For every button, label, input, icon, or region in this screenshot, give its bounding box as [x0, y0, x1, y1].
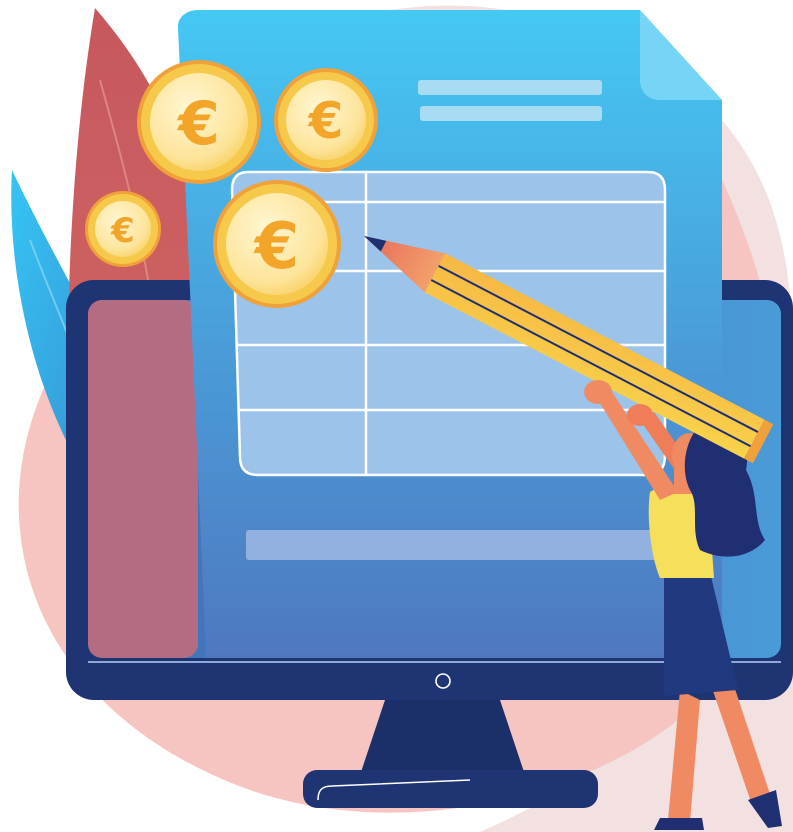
- euro-symbol: €: [253, 210, 300, 284]
- document-header-line-1: [418, 80, 602, 95]
- document-header-line-2: [420, 106, 602, 121]
- euro-symbol: €: [308, 92, 344, 150]
- euro-coin-icon: €: [137, 60, 261, 184]
- euro-coin-icon: €: [85, 191, 161, 267]
- euro-coin-icon: €: [213, 180, 341, 308]
- document-footer-bar: [246, 530, 656, 560]
- monitor-screen-red-overlay: [88, 300, 198, 658]
- document-folded-corner: [640, 10, 722, 100]
- monitor-stand-neck: [360, 700, 525, 775]
- invoice-illustration: € € € €: [11, 5, 793, 832]
- euro-symbol: €: [176, 89, 220, 159]
- woman-hand: [627, 404, 653, 426]
- document-sheet: [177, 10, 723, 658]
- woman-hand: [584, 380, 612, 404]
- monitor-stand-base: [303, 770, 598, 808]
- euro-symbol: €: [110, 211, 135, 251]
- woman-shoe: [654, 818, 704, 830]
- euro-coin-icon: €: [274, 68, 378, 172]
